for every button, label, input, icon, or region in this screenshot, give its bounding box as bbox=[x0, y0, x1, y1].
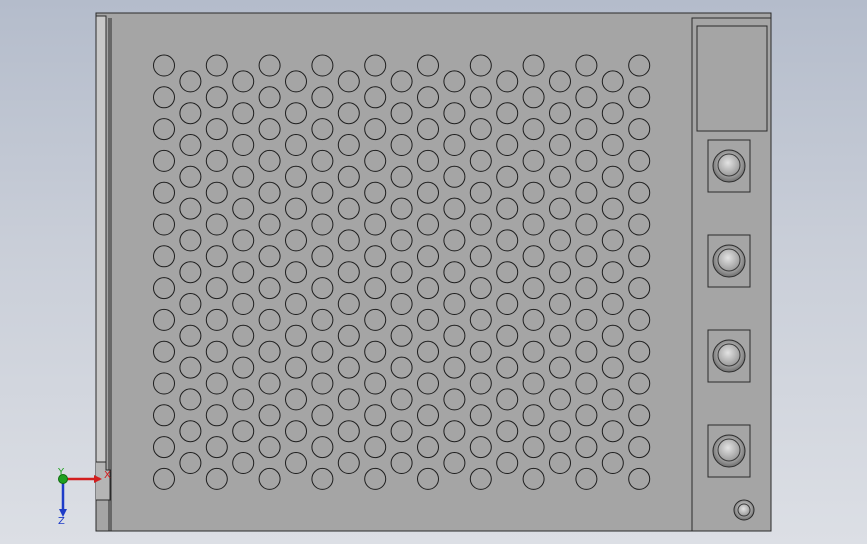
y-axis-label: Y bbox=[57, 467, 65, 478]
connector-cap bbox=[717, 343, 741, 367]
z-axis-label: Z bbox=[58, 516, 65, 527]
connector-cap bbox=[717, 248, 741, 272]
label-window[interactable] bbox=[696, 25, 768, 132]
connector-1[interactable] bbox=[707, 139, 751, 193]
connector-2[interactable] bbox=[707, 234, 751, 288]
graphics-viewport[interactable]: X Y Z bbox=[0, 0, 867, 544]
small-knob[interactable] bbox=[733, 499, 755, 521]
x-axis-label: X bbox=[104, 470, 111, 481]
connector-cap bbox=[717, 438, 741, 462]
panel-body[interactable] bbox=[95, 12, 772, 532]
left-side-rail bbox=[95, 15, 107, 463]
connector-3[interactable] bbox=[707, 329, 751, 383]
model-canvas[interactable]: X Y Z bbox=[0, 0, 867, 544]
connector-cap bbox=[717, 153, 741, 177]
connector-4[interactable] bbox=[707, 424, 751, 478]
